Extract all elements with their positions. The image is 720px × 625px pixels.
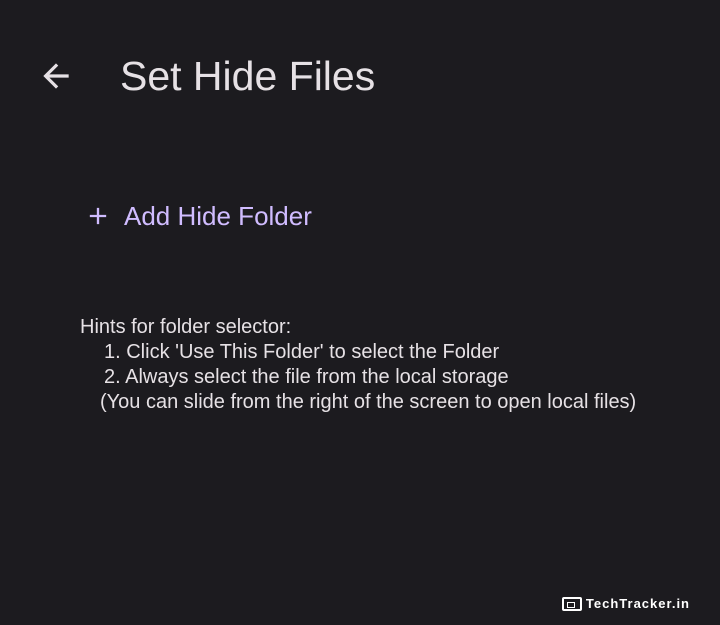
hints-heading: Hints for folder selector: [80, 316, 292, 338]
hint-item-1: 1. Click 'Use This Folder' to select the… [104, 341, 500, 363]
folder-selector-hints: Hints for folder selector: 1. Click 'Use… [80, 315, 670, 415]
hint-note: (You can slide from the right of the scr… [100, 391, 637, 413]
add-hide-folder-button[interactable]: Add Hide Folder [80, 192, 312, 240]
page-title: Set Hide Files [120, 53, 376, 99]
hint-item-2: 2. Always select the file from the local… [104, 366, 509, 388]
watermark-text: TechTracker.in [585, 596, 690, 611]
top-app-bar: Set Hide Files [0, 0, 720, 150]
watermark: TechTracker.in [561, 596, 690, 611]
arrow-left-icon [43, 63, 69, 89]
back-button[interactable] [30, 50, 82, 102]
plus-icon [80, 198, 116, 234]
add-hide-folder-label: Add Hide Folder [124, 200, 312, 231]
watermark-logo-icon [561, 596, 582, 611]
